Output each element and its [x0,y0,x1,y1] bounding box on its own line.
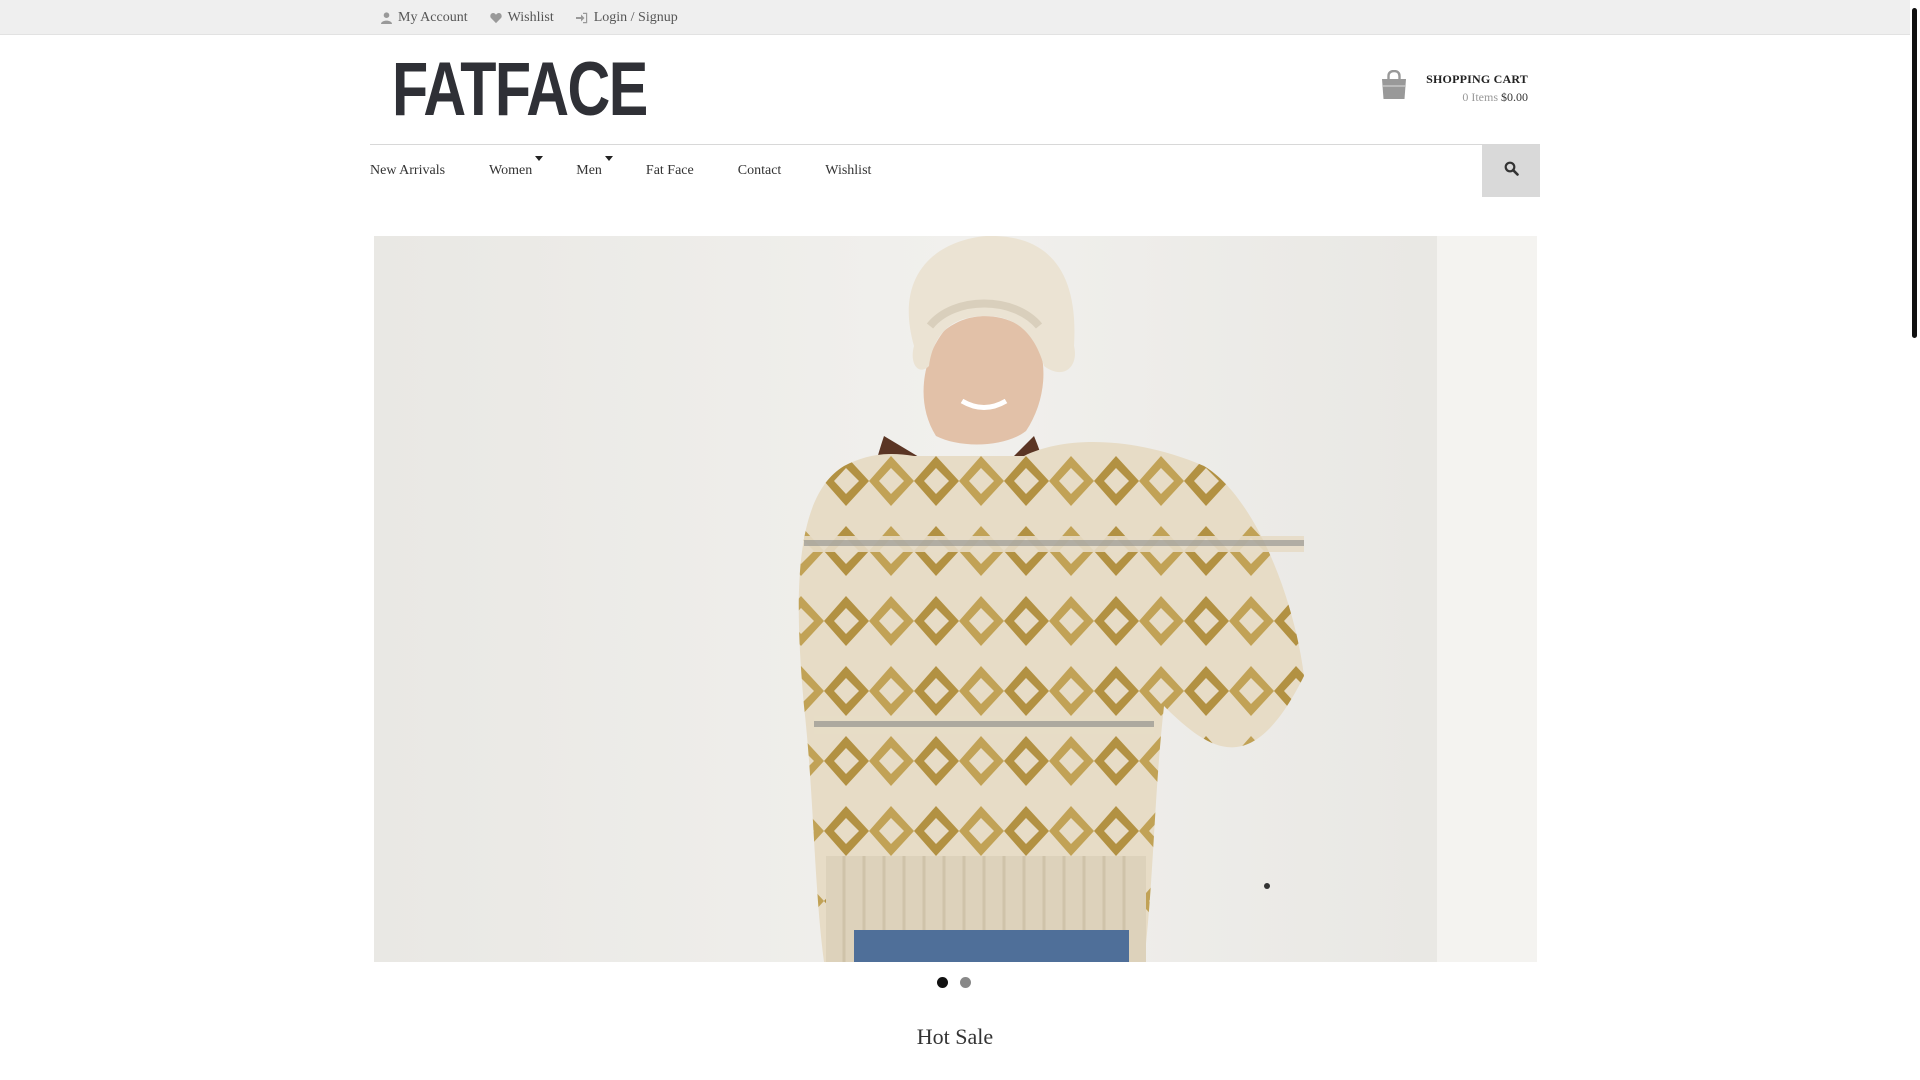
search-icon [1504,161,1519,181]
slider-dot-1[interactable] [937,977,948,988]
heart-icon [489,12,502,24]
top-bar: My Account Wishlist Login / Signup [0,0,1910,35]
wishlist-label: Wishlist [507,9,554,25]
user-icon [380,11,392,24]
slider-pagination [937,977,971,988]
wishlist-link[interactable]: Wishlist [489,9,554,26]
brand-logo[interactable]: FATFACE [392,52,648,128]
login-signup-link[interactable]: Login / Signup [575,9,678,26]
hero-image [374,236,1537,962]
sign-in-icon [575,12,588,24]
caret-down-icon [604,156,613,161]
nav-item-label: Fat Face [645,163,694,178]
cart-total: $0.00 [1501,90,1528,104]
nav-item-label: New Arrivals [370,163,446,178]
nav-item-wishlist[interactable]: Wishlist [825,163,871,179]
nav-item-women[interactable]: Women [489,156,544,179]
section-title: Hot Sale [916,1024,994,1049]
my-account-label: My Account [398,9,468,25]
cart-title: SHOPPING CART [1426,72,1528,86]
nav-item-label: Women [489,163,533,178]
vertical-scrollbar[interactable] [1910,0,1920,1080]
login-signup-label: Login / Signup [593,9,678,25]
caret-down-icon [535,156,544,161]
nav-item-label: Men [576,163,602,178]
shopping-bag-icon [1380,69,1408,105]
nav-item-fat-face[interactable]: Fat Face [646,163,694,179]
nav-item-new-arrivals[interactable]: New Arrivals [370,163,445,179]
nav-item-contact[interactable]: Contact [738,163,782,179]
nav-item-men[interactable]: Men [576,156,613,179]
search-button[interactable] [1482,145,1540,197]
hero-slider[interactable] [374,236,1537,962]
scrollbar-thumb[interactable] [1912,8,1917,338]
shopping-cart[interactable]: SHOPPING CART 0 Items $0.00 [1380,68,1528,110]
nav-item-label: Wishlist [825,163,872,178]
slider-dot-2[interactable] [960,977,971,988]
my-account-link[interactable]: My Account [380,10,468,26]
cart-summary: 0 Items $0.00 [1462,90,1528,105]
main-nav: New Arrivals Women Men Fat Face Contact … [370,145,871,197]
nav-item-label: Contact [737,163,782,178]
cart-item-count: 0 Items [1462,90,1498,104]
top-links: My Account Wishlist Login / Signup [380,0,678,35]
